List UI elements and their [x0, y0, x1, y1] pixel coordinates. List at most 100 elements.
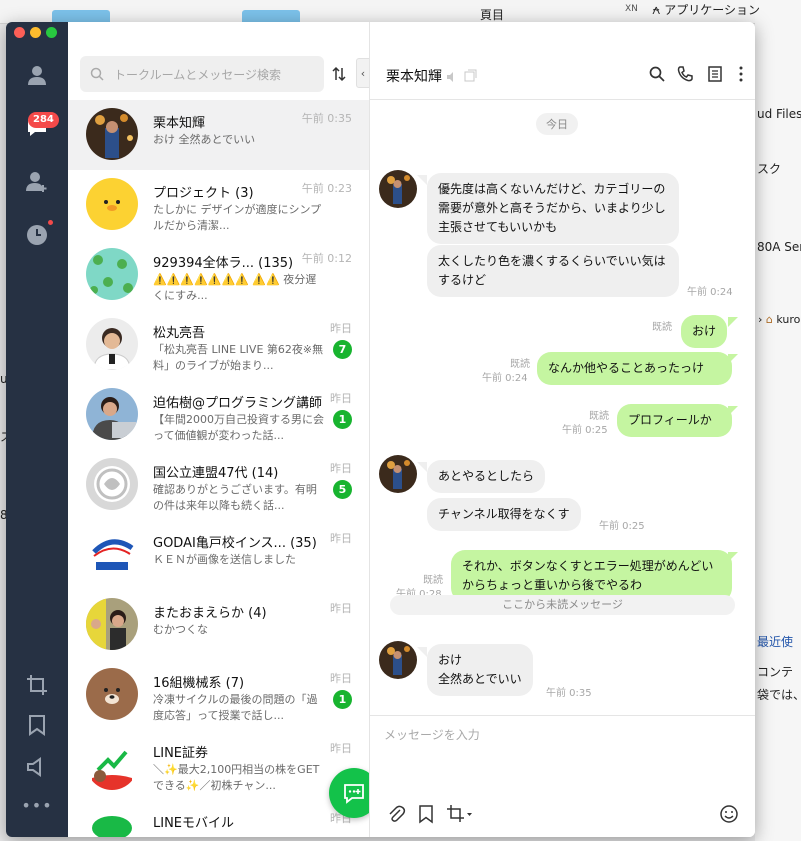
message-time: 午前 0:24	[482, 373, 528, 384]
bg-text: コンテ	[757, 665, 794, 679]
keep-nav-button[interactable]	[24, 712, 50, 738]
add-friend-nav-button[interactable]	[24, 168, 50, 194]
unread-badge: 1	[333, 410, 352, 429]
search-input[interactable]: トークルームとメッセージ検索	[80, 56, 324, 92]
chat-avatar	[86, 178, 138, 230]
message-input-placeholder: メッセージを入力	[384, 728, 480, 742]
chat-time: 昨日	[330, 602, 352, 615]
friends-nav-button[interactable]	[24, 62, 50, 88]
chat-name: LINE証券	[153, 746, 209, 761]
unread-badge: 7	[333, 340, 352, 359]
add-person-icon	[26, 172, 47, 192]
sort-icon[interactable]	[332, 66, 346, 82]
chat-list-item[interactable]: 国公立連盟47代 (14) 確認ありがとうございます。有明の件は来年以降も続く話.…	[68, 450, 369, 520]
chat-name: 929394全体ラ... (135)	[153, 256, 294, 271]
chat-preview	[153, 832, 325, 837]
minimize-window-button[interactable]	[30, 27, 41, 38]
chat-preview: 確認ありがとうございます。有明の件は来年以降も続く話...	[153, 483, 317, 512]
chat-list-item[interactable]: 16組機械系 (7) 冷凍サイクルの最後の問題の「過度応答」って授業で話し... 昨…	[68, 660, 369, 730]
sender-avatar[interactable]	[379, 170, 417, 208]
chat-preview: たしかに デザインが適度にシンプルだから清潔...	[153, 203, 322, 232]
applications-text: アプリケーション	[664, 3, 760, 17]
read-receipt: 既読	[652, 322, 672, 333]
read-receipt: 既読	[423, 575, 443, 586]
read-receipt: 既読	[510, 359, 530, 370]
zoom-window-button[interactable]	[46, 27, 57, 38]
chat-list-item[interactable]: 929394全体ラ... (135) ⚠️⚠️⚠️⚠️⚠️⚠️⚠️ ⚠️⚠️ 夜分…	[68, 240, 369, 310]
screenshot-nav-button[interactable]	[24, 672, 50, 698]
message-bubble-in[interactable]: チャンネル取得をなくす	[427, 498, 581, 531]
chat-list-item[interactable]: LINEモバイル 昨日	[68, 800, 369, 837]
chat-list-item[interactable]: プロジェクト (3) たしかに デザインが適度にシンプルだから清潔... 午前 0:…	[68, 170, 369, 240]
chat-avatar	[86, 458, 138, 510]
chat-preview: おけ 全然あとでいい	[153, 133, 256, 146]
more-options-icon[interactable]	[732, 65, 750, 83]
bg-text: kuro	[776, 313, 801, 326]
more-icon[interactable]: •••	[21, 792, 51, 818]
message-bubble-out[interactable]: おけ	[681, 315, 728, 348]
sender-avatar[interactable]	[379, 641, 417, 679]
chat-avatar	[86, 528, 138, 580]
chat-time: 昨日	[330, 392, 352, 405]
phone-icon[interactable]	[676, 65, 694, 83]
message-time: 午前 0:24	[687, 287, 733, 298]
chat-preview: 【年間2000万自己投資する男に会って価値観が変わった話...	[153, 413, 324, 442]
timeline-nav-button[interactable]	[24, 222, 50, 248]
message-bubble-in[interactable]: 太くしたり色を濃くするくらいでいい気はするけど	[427, 245, 679, 297]
mute-icon	[446, 68, 458, 87]
message-bubble-in[interactable]: おけ 全然あとでいい	[427, 644, 533, 696]
background-window	[755, 0, 801, 841]
screenshot-crop-icon[interactable]	[446, 804, 476, 824]
chat-name: またおまえらか (4)	[153, 606, 267, 621]
chat-list-item[interactable]: GODAI亀戸校インス... (35) ＫＥＮが画像を送信しました 昨日	[68, 520, 369, 590]
chat-list-item[interactable]: LINE証券 ＼✨最大2,100円相当の株をGETできる✨／初株チャン... 昨日	[68, 730, 369, 800]
chat-time: 昨日	[330, 532, 352, 545]
date-separator: 今日	[536, 113, 578, 135]
chat-time: 午前 0:35	[301, 112, 352, 125]
applications-label: ⍲ アプリケーション	[652, 2, 760, 18]
chat-preview: むかつくな	[153, 623, 208, 636]
bg-text: スク	[757, 162, 782, 176]
chat-avatar	[86, 738, 138, 790]
message-composer[interactable]: メッセージを入力	[370, 715, 755, 837]
bg-text: 80A Ser	[757, 240, 801, 254]
chat-name: 松丸亮吾	[153, 326, 206, 341]
chat-avatar	[86, 808, 138, 837]
notes-icon[interactable]	[706, 65, 724, 83]
person-icon	[28, 66, 46, 85]
bookmark-icon[interactable]	[416, 804, 436, 824]
conversation-panel: 栗本知輝 今日 優先度は高くないんだけど、カテゴリーの需要が意外と高そうだから、…	[370, 22, 755, 837]
chat-preview: ＼✨最大2,100円相当の株をGETできる✨／初株チャン...	[153, 763, 320, 792]
bg-text: 頁目	[480, 8, 505, 22]
chat-name: 16組機械系 (7)	[153, 676, 245, 691]
chat-list-item[interactable]: 松丸亮吾 「松丸亮吾 LINE LIVE 第62夜※無料」のライブが始まり... 昨…	[68, 310, 369, 380]
emoji-icon[interactable]	[719, 804, 739, 824]
chat-list-item[interactable]: 迫佑樹@プログラミング講師【年間2000万自己投資する男に会って価値観が変わった…	[68, 380, 369, 450]
external-window-icon[interactable]	[464, 67, 477, 86]
chat-list-panel: トークルームとメッセージ検索 ‹ 栗本知輝おけ 全然あとでいい 午前 0:35 プロ…	[68, 22, 370, 837]
chat-name: GODAI亀戸校インス... (35)	[153, 536, 317, 551]
conversation-title: 栗本知輝	[386, 69, 442, 85]
chat-avatar	[86, 248, 138, 300]
close-window-button[interactable]	[14, 27, 25, 38]
search-icon[interactable]	[648, 65, 666, 83]
chat-list-item[interactable]: またおまえらか (4) むかつくな 昨日	[68, 590, 369, 660]
collapse-list-button[interactable]: ‹	[356, 58, 369, 88]
bookmark-icon	[29, 715, 45, 736]
announcements-nav-button[interactable]	[24, 754, 50, 780]
unread-count-badge: 284	[28, 112, 59, 128]
message-bubble-out[interactable]: なんか他やることあったっけ	[537, 352, 732, 385]
message-time: 午前 0:25	[599, 521, 645, 532]
chat-name: 迫佑樹@プログラミング講師	[153, 396, 323, 411]
message-bubble-in[interactable]: あとやるとしたら	[427, 460, 546, 493]
bg-text: › ⌂ kuro	[758, 313, 801, 326]
message-bubble-out[interactable]: プロフィールか	[617, 404, 732, 437]
sender-avatar[interactable]	[379, 455, 417, 493]
attach-icon[interactable]	[386, 804, 406, 824]
message-bubble-in[interactable]: 優先度は高くないんだけど、カテゴリーの需要が意外と高そうだから、いまより少し主張…	[427, 173, 679, 244]
chat-name: プロジェクト (3)	[153, 186, 254, 201]
chat-name: 栗本知輝	[153, 116, 206, 131]
chat-list-item[interactable]: 栗本知輝おけ 全然あとでいい 午前 0:35	[68, 100, 369, 170]
search-icon	[90, 67, 104, 81]
chat-avatar	[86, 598, 138, 650]
